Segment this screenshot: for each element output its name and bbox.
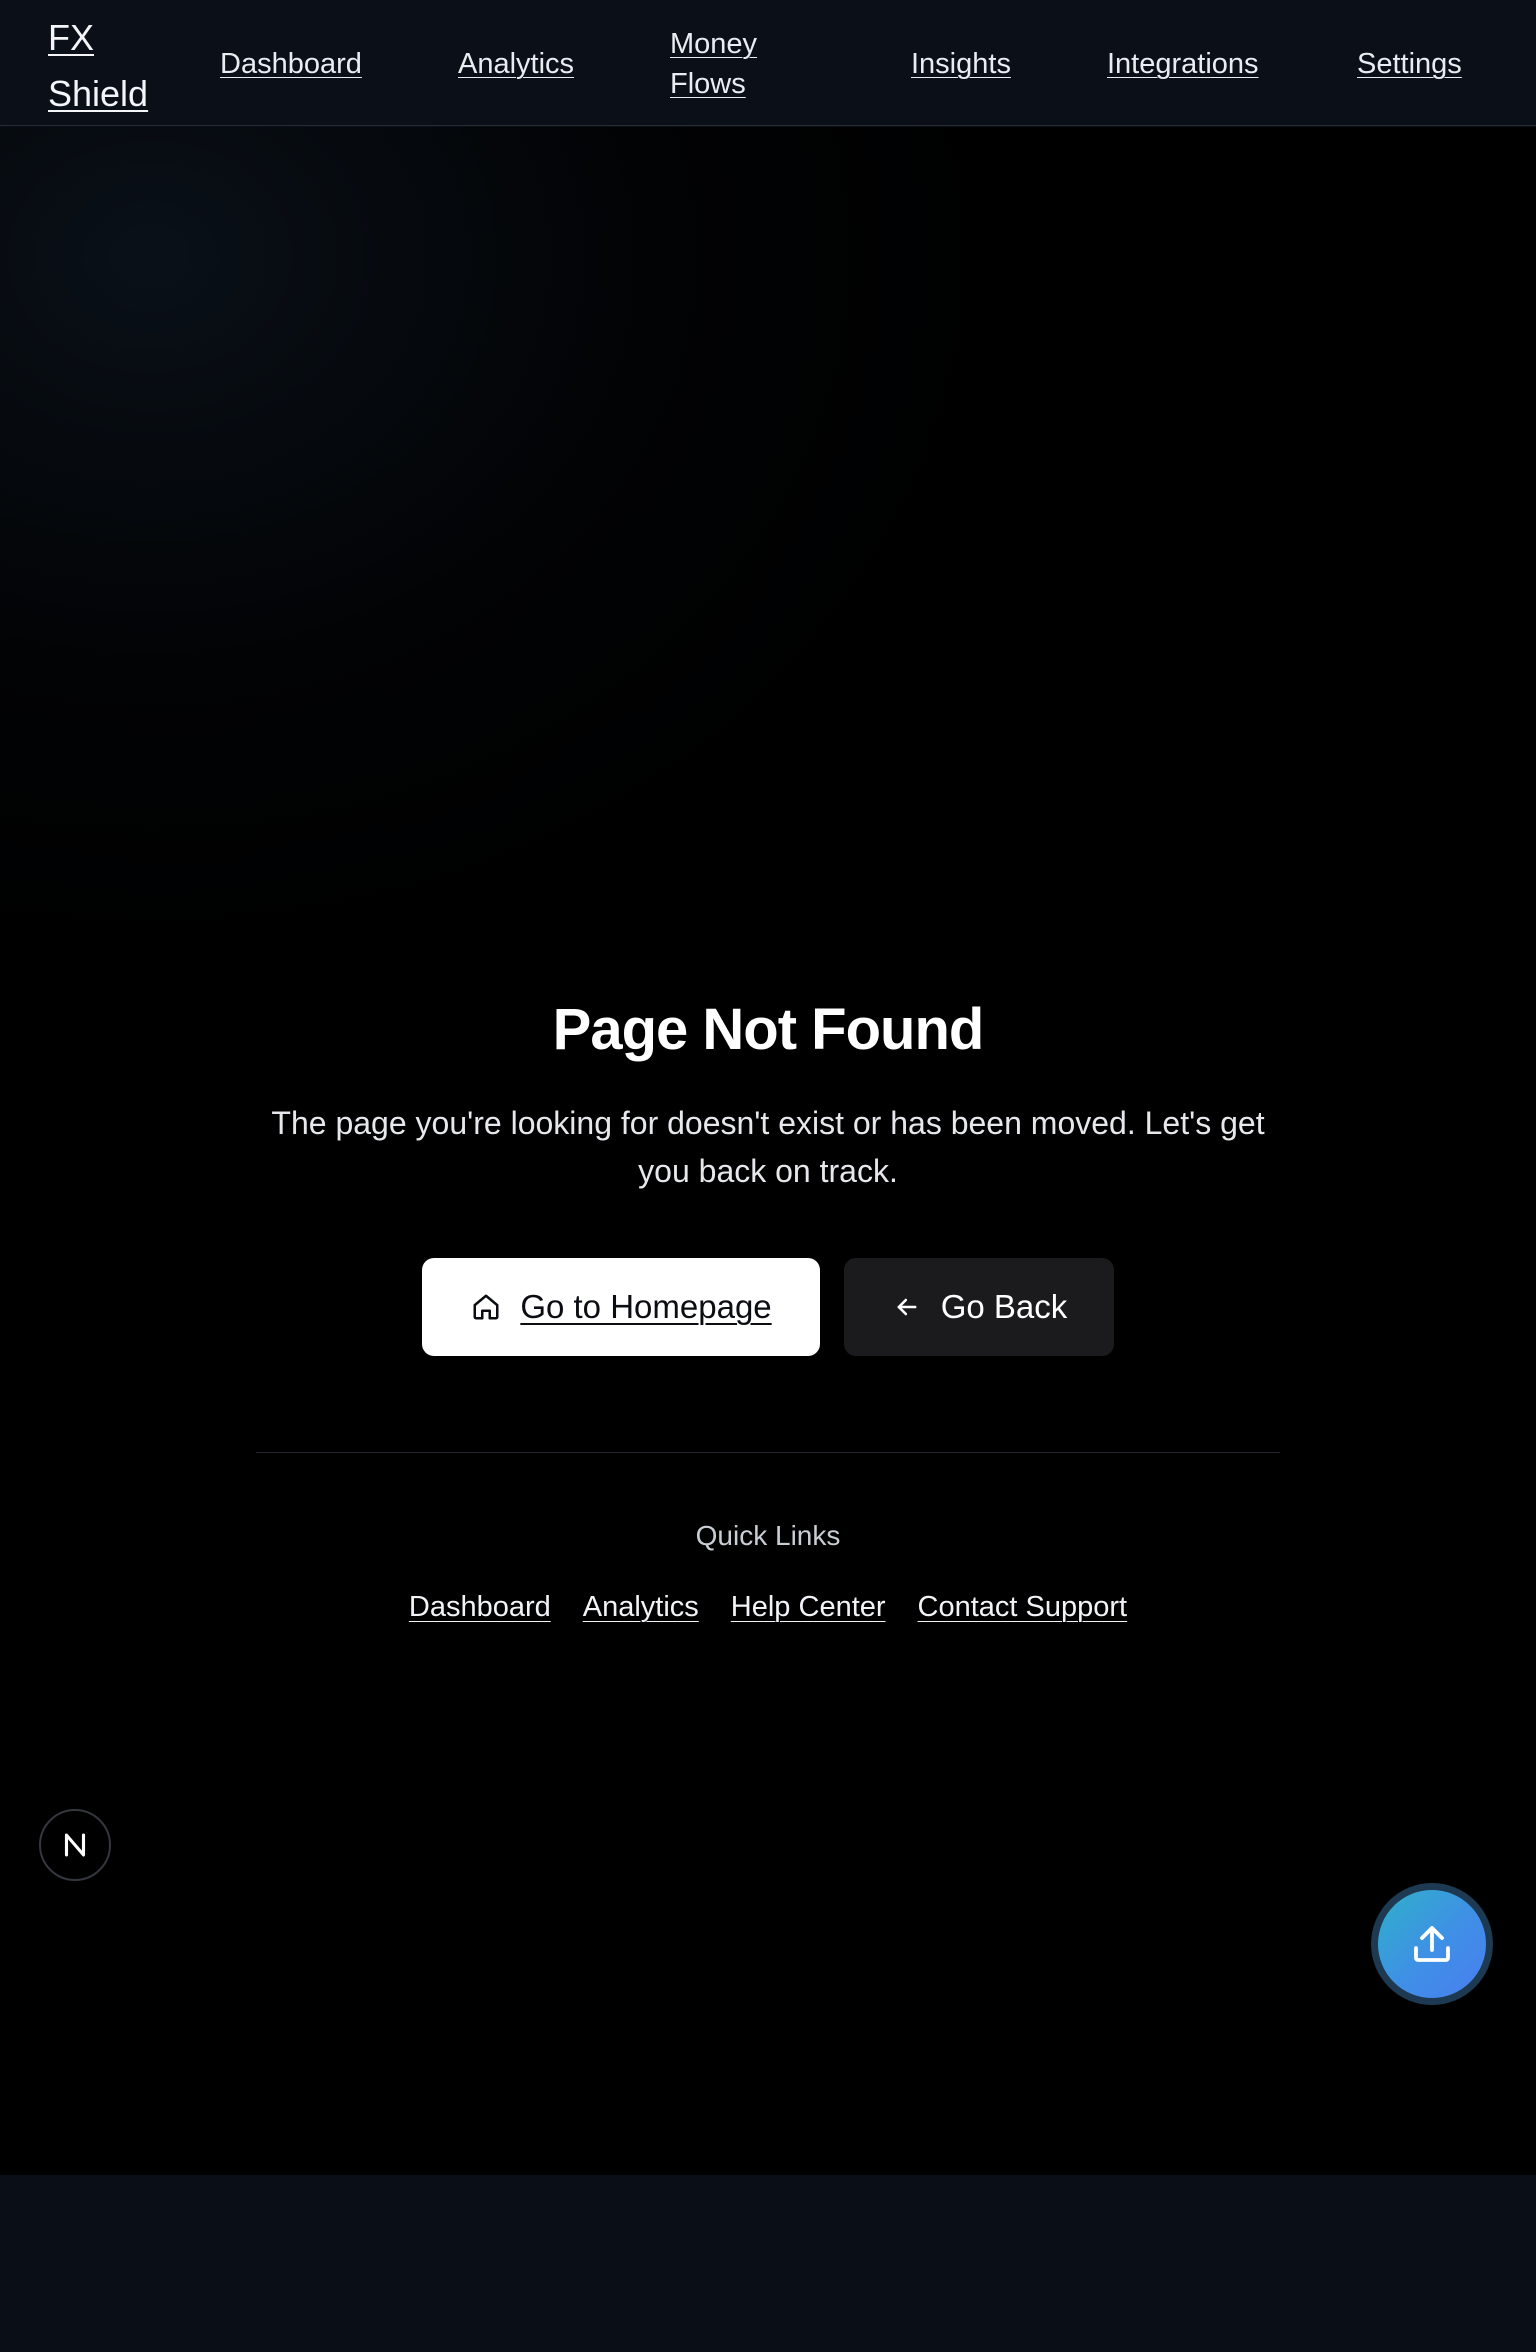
quick-link-contact-support[interactable]: Contact Support <box>918 1587 1128 1627</box>
main-content: Page Not Found The page you're looking f… <box>0 127 1536 2175</box>
upload-fab-button[interactable] <box>1371 1883 1493 2005</box>
page-description: The page you're looking for doesn't exis… <box>271 1105 1265 1189</box>
home-icon <box>470 1291 502 1323</box>
n-logo-icon <box>64 1833 86 1857</box>
go-back-button[interactable]: Go Back <box>844 1258 1114 1356</box>
framework-badge-button[interactable] <box>39 1809 111 1881</box>
page-bottom-band <box>0 2175 1536 2352</box>
nav-link-dashboard[interactable]: Dashboard <box>220 44 362 84</box>
nav-link-analytics[interactable]: Analytics <box>458 44 574 84</box>
quick-link-help-center[interactable]: Help Center <box>731 1587 886 1627</box>
nav-link-money-flows[interactable]: Money Flows <box>670 24 780 104</box>
section-divider <box>256 1452 1280 1453</box>
upload-fab-inner <box>1378 1890 1486 1998</box>
nav-link-insights[interactable]: Insights <box>911 44 1011 84</box>
nav-link-settings[interactable]: Settings <box>1357 44 1462 84</box>
nav-link-integrations[interactable]: Integrations <box>1107 44 1259 84</box>
quick-link-dashboard[interactable]: Dashboard <box>409 1587 551 1627</box>
arrow-left-icon <box>891 1291 923 1323</box>
go-to-homepage-label: Go to Homepage <box>520 1288 772 1325</box>
quick-links-list: Dashboard Analytics Help Center Contact … <box>0 1587 1536 1627</box>
upload-icon <box>1414 1926 1450 1962</box>
brand-logo-link[interactable]: FX Shield <box>48 10 158 122</box>
quick-links-title: Quick Links <box>695 1520 841 1551</box>
quick-link-analytics[interactable]: Analytics <box>583 1587 699 1627</box>
go-back-label: Go Back <box>940 1288 1068 1325</box>
go-to-homepage-button[interactable]: Go to Homepage <box>422 1258 820 1356</box>
page-title: Page Not Found <box>552 997 985 1062</box>
top-navigation: FX Shield Dashboard Analytics Money Flow… <box>0 0 1536 126</box>
